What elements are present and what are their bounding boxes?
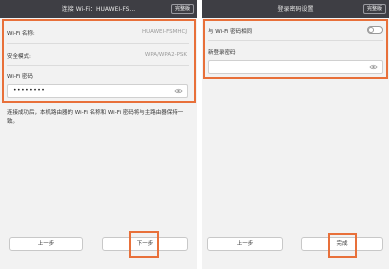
sync-note: 连接成功后，本机路由器的 Wi-Fi 名称和 Wi-Fi 密码将与主路由器保持一… — [7, 110, 184, 125]
toggle-knob — [368, 27, 374, 33]
wifi-password-value: •••••••• — [13, 87, 46, 94]
prev-button[interactable]: 上一步 — [9, 237, 83, 251]
same-as-wifi-toggle[interactable] — [367, 26, 383, 34]
wifi-name-label: Wi-Fi 名称: — [7, 31, 35, 37]
security-mode-label: 安全模式: — [7, 54, 31, 60]
advanced-button[interactable]: 完整版 — [362, 4, 386, 14]
titlebar: 连接 Wi-Fi：HUAWEI-FS... 完整版 — [0, 0, 197, 18]
next-button[interactable]: 下一步 — [102, 237, 188, 251]
wifi-password-field[interactable]: •••••••• — [7, 84, 188, 98]
prev-button[interactable]: 上一步 — [207, 237, 283, 251]
divider — [208, 40, 383, 41]
titlebar: 登录密码设置 完整版 — [202, 0, 389, 18]
advanced-button[interactable]: 完整版 — [170, 4, 194, 14]
page-title: 登录密码设置 — [277, 6, 314, 13]
divider — [7, 65, 189, 66]
new-password-field[interactable] — [208, 60, 383, 74]
done-button[interactable]: 完成 — [301, 237, 383, 251]
wifi-name-value: HUAWEI-FSMHCJ — [141, 29, 187, 35]
divider — [7, 43, 189, 44]
same-as-wifi-label: 与 Wi-Fi 密码相同 — [208, 29, 253, 35]
page-title: 连接 Wi-Fi：HUAWEI-FS... — [61, 6, 136, 13]
login-password-panel: 登录密码设置 完整版 与 Wi-Fi 密码相同 新登录密码 上一步 完成 — [202, 0, 389, 269]
eye-icon[interactable] — [174, 87, 183, 95]
security-mode-value: WPA/WPA2-PSK — [144, 52, 187, 58]
wifi-connect-panel: 连接 Wi-Fi：HUAWEI-FS... 完整版 Wi-Fi 名称: HUAW… — [0, 0, 197, 269]
new-password-label: 新登录密码 — [208, 50, 236, 56]
eye-icon[interactable] — [369, 63, 378, 71]
wifi-password-label: Wi-Fi 密码 — [7, 74, 33, 80]
